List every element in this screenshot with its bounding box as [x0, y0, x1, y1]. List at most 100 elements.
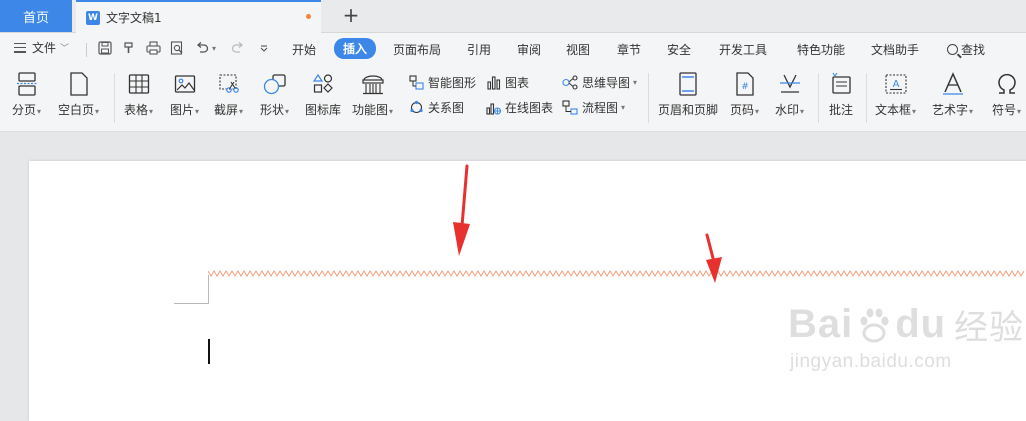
hamburger-icon [14, 42, 26, 53]
icon-library-button[interactable]: 图标库 [305, 71, 341, 118]
chevron-down-icon: ﹀ [60, 44, 70, 54]
comment-label: 批注 [829, 103, 854, 117]
shapes-button[interactable]: 形状▾ [260, 71, 289, 118]
annotation-arrow-icon [705, 233, 722, 283]
chart-button[interactable]: 图表 [485, 74, 529, 91]
menu-security[interactable]: 安全 [667, 41, 691, 58]
table-icon [127, 71, 151, 97]
flowchart-button[interactable]: 流程图 ▾ [562, 99, 625, 116]
file-menu-label: 文件 [32, 41, 57, 55]
baidu-jingyan-watermark: Bai du 经验 jingyan.baidu.com [788, 300, 1024, 373]
menu-references[interactable]: 引用 [467, 41, 491, 58]
online-chart-label: 在线图表 [505, 101, 554, 115]
menu-start[interactable]: 开始 [292, 41, 316, 58]
function-chart-icon [361, 71, 385, 97]
watermark-button[interactable]: 水印▾ [775, 71, 804, 118]
menu-section[interactable]: 章节 [617, 41, 641, 58]
icon-library-label: 图标库 [305, 103, 342, 117]
page-number-button[interactable]: # 页码▾ [730, 71, 759, 118]
relationship-chart-button[interactable]: 关系图 [408, 99, 464, 116]
smart-art-icon [408, 75, 424, 91]
redo-icon[interactable] [229, 39, 247, 57]
text-box-label: 文本框 [875, 103, 912, 117]
watermark-brand: Bai [788, 302, 854, 346]
menu-view[interactable]: 视图 [566, 41, 590, 58]
wordart-button[interactable]: 艺术字▾ [932, 71, 973, 118]
search-button[interactable]: 查找 [947, 41, 985, 58]
page-margin-corner-mark [208, 275, 209, 304]
menu-developer-tools[interactable]: 开发工具 [719, 41, 767, 58]
online-chart-icon [485, 100, 501, 116]
bar-chart-icon [485, 75, 501, 91]
smart-art-button[interactable]: 智能图形 [408, 74, 476, 91]
divider [818, 73, 819, 123]
header-footer-icon [676, 71, 700, 97]
tab-home[interactable]: 首页 [0, 0, 72, 32]
blank-page-label: 空白页 [58, 103, 95, 117]
paw-logo-icon [860, 308, 889, 342]
svg-text:#: # [741, 82, 749, 92]
page-break-icon [15, 71, 39, 97]
divider [866, 73, 867, 123]
scissors-icon [217, 71, 241, 97]
menu-bar: 文件 ﹀ ▾ 开始 插入 页面布局 引用 审阅 视图 章节 安全 开发工具 特色… [0, 33, 1026, 65]
menu-page-layout[interactable]: 页面布局 [393, 41, 441, 58]
search-icon [947, 44, 958, 55]
icon-library-icon [311, 71, 335, 97]
table-button[interactable]: 表格▾ [124, 71, 153, 118]
quick-access-more-icon[interactable] [255, 39, 273, 57]
svg-text:A: A [892, 79, 899, 90]
page-break-button[interactable]: 分页▾ [12, 71, 41, 118]
picture-button[interactable]: 图片▾ [170, 71, 199, 118]
watermark-brand-suffix: du [895, 302, 947, 346]
online-chart-button[interactable]: 在线图表 [485, 99, 553, 116]
symbol-label: 符号 [992, 103, 1017, 117]
page-break-label: 分页 [12, 103, 37, 117]
watermark-cn: 经验 [954, 309, 1025, 347]
search-label: 查找 [961, 43, 986, 57]
mind-map-button[interactable]: 思维导图 ▾ [562, 74, 637, 91]
page-number-icon: # [733, 71, 757, 97]
format-painter-icon[interactable] [120, 39, 138, 57]
picture-icon [173, 71, 197, 97]
page-margin-corner-mark [174, 303, 209, 304]
blank-page-button[interactable]: 空白页▾ [58, 71, 99, 118]
text-box-button[interactable]: A 文本框▾ [875, 71, 916, 118]
spellcheck-underline [208, 270, 1025, 277]
save-icon[interactable] [96, 39, 114, 57]
print-icon[interactable] [144, 39, 162, 57]
comment-button[interactable]: 批注 [829, 71, 853, 118]
chevron-down-icon: ▾ [633, 78, 638, 87]
screenshot-button[interactable]: 截屏▾ [214, 71, 243, 118]
menu-document-assistant[interactable]: 文档助手 [871, 41, 919, 58]
picture-label: 图片 [170, 103, 195, 117]
smart-art-label: 智能图形 [428, 76, 477, 90]
comment-icon [829, 71, 853, 97]
new-tab-button[interactable]: + [340, 3, 362, 27]
divider [648, 73, 649, 123]
menu-special-features[interactable]: 特色功能 [797, 41, 845, 58]
menu-insert[interactable]: 插入 [334, 38, 377, 59]
menu-review[interactable]: 审阅 [517, 41, 541, 58]
screenshot-label: 截屏 [214, 103, 239, 117]
ribbon-insert: 分页▾ 空白页▾ 表格▾ 图片▾ 截屏▾ 形状▾ 图标库 功能图▾ 智能图形 关… [0, 65, 1026, 132]
watermark-label: 水印 [775, 103, 800, 117]
blank-page-icon [67, 71, 91, 97]
page-number-label: 页码 [730, 103, 755, 117]
document-page[interactable] [29, 161, 1026, 421]
relationship-chart-icon [408, 100, 424, 116]
omega-icon [995, 71, 1019, 97]
table-label: 表格 [124, 103, 149, 117]
file-menu-button[interactable]: 文件 ﹀ [14, 39, 69, 56]
shapes-label: 形状 [260, 103, 285, 117]
undo-dropdown-icon[interactable]: ▾ [209, 39, 219, 57]
header-footer-button[interactable]: 页眉和页脚 [658, 71, 718, 118]
document-tab-title: 文字文稿1 [106, 11, 162, 25]
watermark-url: jingyan.baidu.com [790, 351, 952, 372]
symbol-button[interactable]: 符号▾ [992, 71, 1021, 118]
function-chart-button[interactable]: 功能图▾ [352, 71, 393, 118]
wordart-label: 艺术字 [932, 103, 969, 117]
print-preview-icon[interactable] [168, 39, 186, 57]
tab-document[interactable]: W 文字文稿1 [76, 0, 321, 33]
chart-label: 图表 [505, 76, 530, 90]
